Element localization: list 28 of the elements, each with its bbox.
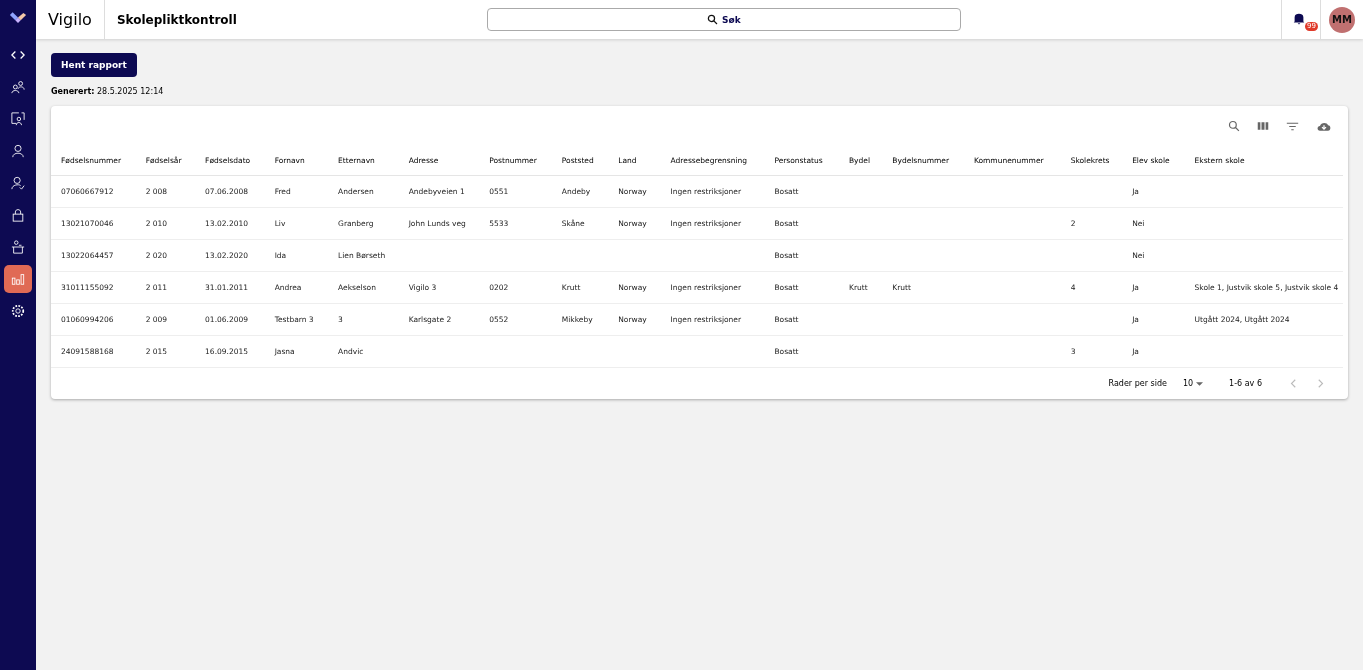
chevron-right-icon — [1318, 379, 1324, 388]
bar-chart-icon — [11, 272, 25, 286]
rows-per-page-label: Rader per side — [1108, 379, 1167, 388]
cloud-download-icon[interactable] — [1316, 120, 1332, 132]
page-title: Skolepliktkontroll — [115, 12, 238, 27]
brand-name: Vigilo — [36, 0, 105, 39]
generated-timestamp: Generert: 28.5.2025 12:14 — [51, 87, 165, 96]
page-range: 1-6 av 6 — [1229, 379, 1262, 388]
person-icon — [11, 144, 25, 158]
sidebar-item[interactable] — [4, 265, 32, 293]
caret-icon — [1196, 381, 1204, 386]
columns-icon[interactable] — [1257, 120, 1269, 132]
desk-icon — [11, 240, 25, 254]
person-check-icon — [11, 176, 25, 190]
report-button[interactable]: Hent rapport — [51, 53, 137, 77]
search-field[interactable]: Søk — [486, 8, 961, 31]
people-icon — [11, 80, 25, 94]
screen-icon — [11, 112, 25, 126]
settings-icon — [11, 304, 25, 318]
chevron-left-icon — [1290, 379, 1296, 388]
code-icon — [11, 48, 25, 62]
search-icon — [707, 14, 719, 25]
search-icon[interactable] — [1228, 120, 1240, 132]
logo-icon — [9, 12, 27, 25]
user-avatar[interactable]: MM — [1329, 6, 1355, 33]
rows-per-page-select[interactable]: 10 — [1176, 378, 1210, 389]
bell-icon — [1292, 11, 1306, 25]
lock-icon — [11, 208, 25, 222]
